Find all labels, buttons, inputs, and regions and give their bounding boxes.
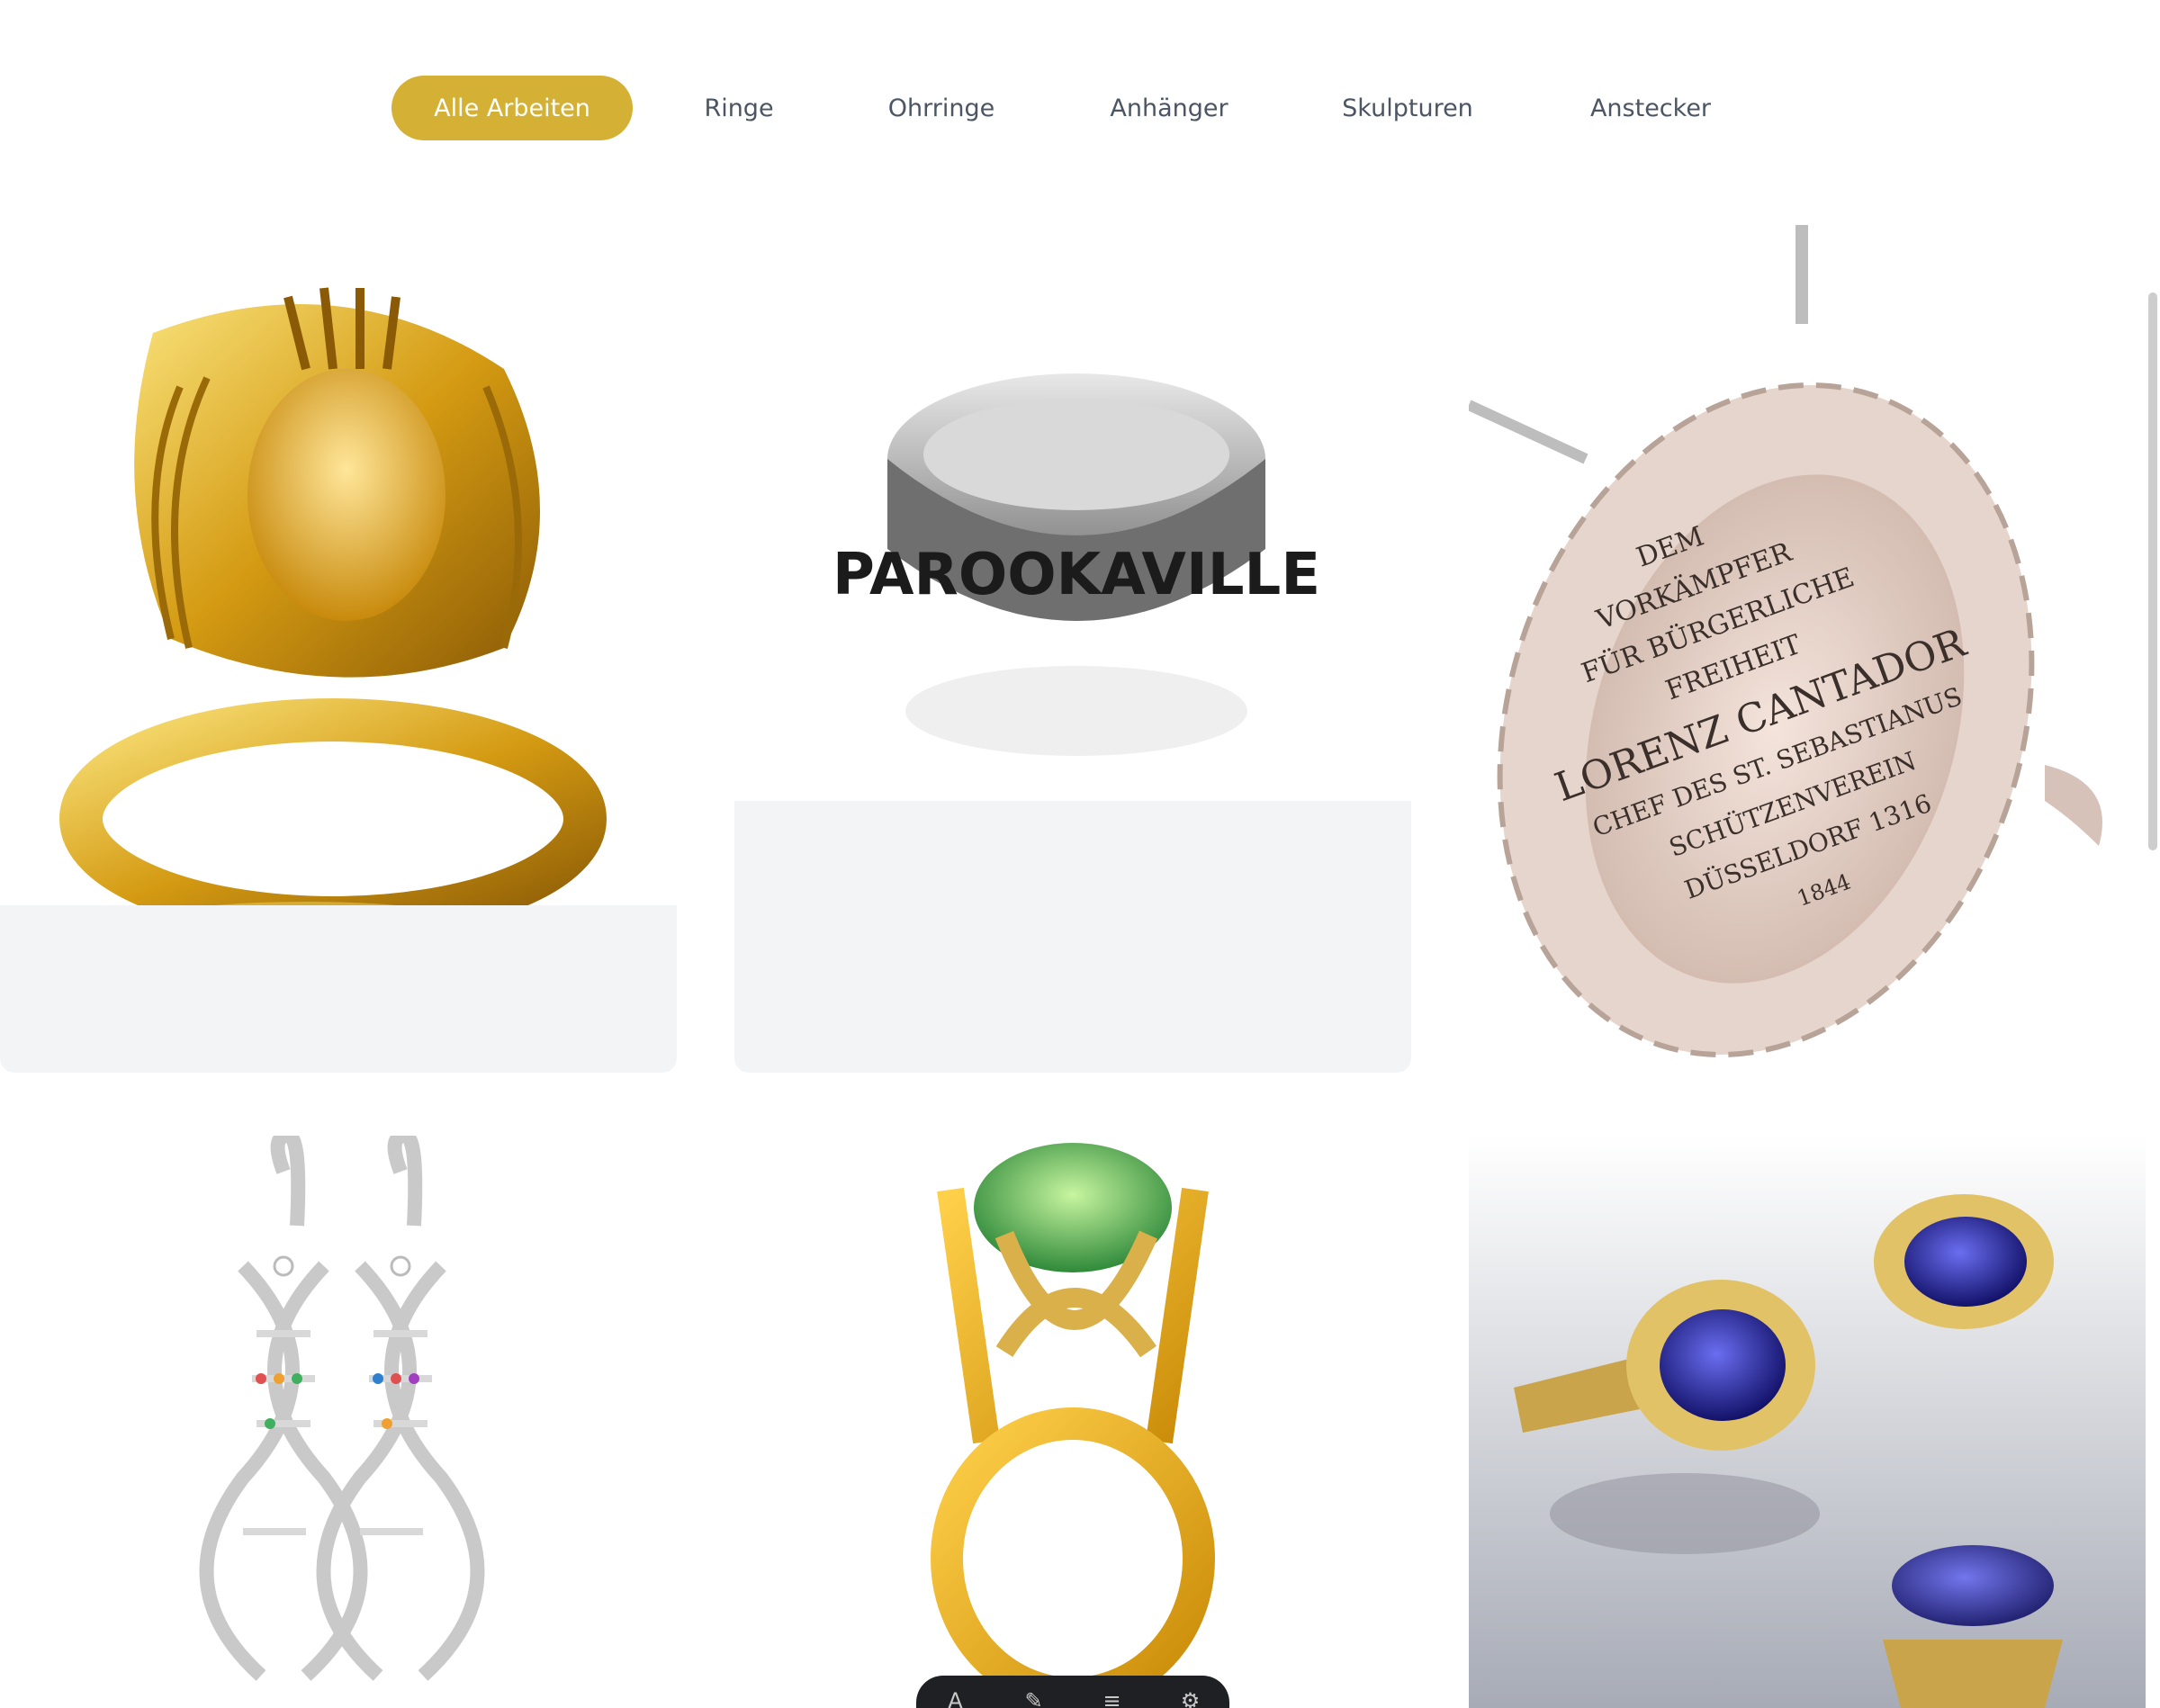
filter-tab-label: Ohrringe xyxy=(887,94,995,122)
gallery-item-dna-earrings[interactable] xyxy=(0,1136,677,1708)
gallery-item-gold-goddess-ring[interactable] xyxy=(0,225,677,1073)
filter-tab-label: Ringe xyxy=(704,94,774,122)
silver-parookaville-ring-image: PAROOKAVILLE xyxy=(734,225,1411,801)
category-filter-bar: Alle Arbeiten Ringe Ohrringe Anhänger Sk… xyxy=(0,76,2146,140)
dna-helix-earrings-image xyxy=(0,1136,677,1708)
filter-tab-skulpturen[interactable]: Skulpturen xyxy=(1325,76,1490,140)
settings-icon[interactable]: ⚙ xyxy=(1173,1688,1209,1708)
vertical-scrollbar[interactable] xyxy=(2146,0,2160,1708)
sapphire-diamond-rings-image xyxy=(1469,1136,2146,1708)
gold-goddess-ring-image xyxy=(0,225,677,905)
filter-tab-label: Skulpturen xyxy=(1342,94,1473,122)
filter-tab-label: Anstecker xyxy=(1589,94,1712,122)
filter-tab-anhaenger[interactable]: Anhänger xyxy=(1091,76,1247,140)
filter-tab-ohrringe[interactable]: Ohrringe xyxy=(866,76,1017,140)
filter-tab-ringe[interactable]: Ringe xyxy=(677,76,801,140)
filter-tab-label: Alle Arbeiten xyxy=(434,94,590,122)
ring-engraving-text: PAROOKAVILLE xyxy=(832,542,1320,608)
filter-tab-alle-arbeiten[interactable]: Alle Arbeiten xyxy=(392,76,633,140)
text-icon[interactable]: A xyxy=(938,1688,974,1708)
green-tourmaline-gold-ring-image xyxy=(734,1136,1411,1708)
floating-toolbar: A ✎ ≡ ⚙ xyxy=(916,1676,1229,1708)
gallery-item-tourmaline-ring[interactable] xyxy=(734,1136,1411,1708)
card-info-panel xyxy=(0,905,677,1073)
list-icon[interactable]: ≡ xyxy=(1094,1688,1130,1708)
pen-icon[interactable]: ✎ xyxy=(1016,1688,1052,1708)
scrollbar-thumb[interactable] xyxy=(2148,292,2157,850)
silver-laurel-medallion-image: DEM VORKÄMPFER FÜR BÜRGERLICHE FREIHEIT … xyxy=(1469,225,2146,1073)
gallery-item-silver-ring[interactable]: PAROOKAVILLE xyxy=(734,225,1411,1073)
filter-tab-label: Anhänger xyxy=(1110,94,1228,122)
page: Alle Arbeiten Ringe Ohrringe Anhänger Sk… xyxy=(0,0,2160,1708)
gallery-item-laurel-medallion[interactable]: DEM VORKÄMPFER FÜR BÜRGERLICHE FREIHEIT … xyxy=(1469,225,2146,1073)
filter-tab-anstecker[interactable]: Anstecker xyxy=(1568,76,1733,140)
gallery-item-sapphire-rings[interactable] xyxy=(1469,1136,2146,1708)
card-info-panel xyxy=(734,801,1411,1073)
